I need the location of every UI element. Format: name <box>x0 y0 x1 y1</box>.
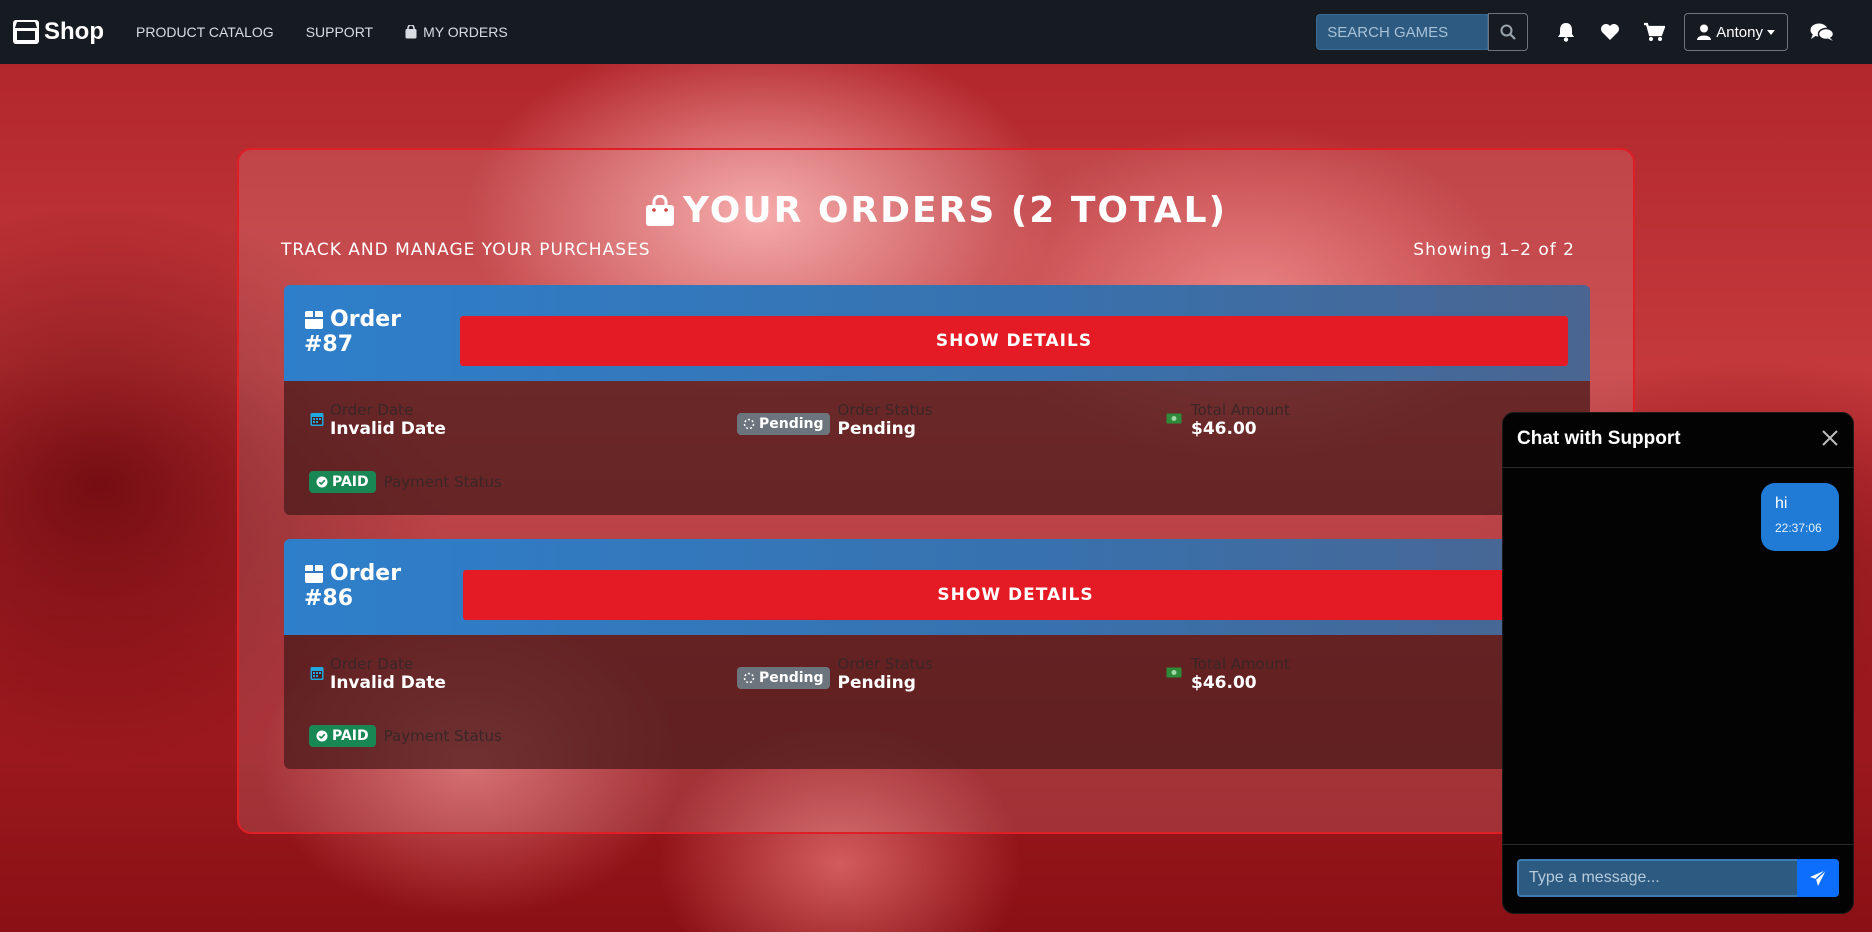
nav-support[interactable]: SUPPORT <box>306 24 373 40</box>
chat-footer <box>1503 844 1853 913</box>
comments-icon <box>1810 23 1834 41</box>
store-icon <box>13 20 39 44</box>
order-date-label: Order Date <box>330 401 414 419</box>
wishlist-button[interactable] <box>1588 12 1632 52</box>
nav-my-orders-label: MY ORDERS <box>423 24 508 40</box>
order-card-header: Order #87 SHOW DETAILS <box>284 285 1590 381</box>
order-status-value: Pending <box>837 419 916 439</box>
spinner-icon <box>743 418 755 430</box>
brand-logo[interactable]: Shop <box>12 18 104 46</box>
caret-down-icon <box>1767 29 1775 35</box>
order-date-value: Invalid Date <box>330 419 446 439</box>
order-date-field: Order Date Invalid Date <box>310 655 446 693</box>
total-amount-value: $46.00 <box>1191 419 1257 439</box>
status-badge: Pending <box>737 413 830 435</box>
chat-header: Chat with Support <box>1503 413 1853 468</box>
total-amount-label: Total Amount <box>1191 655 1290 673</box>
cart-icon <box>1644 22 1666 41</box>
order-date-value: Invalid Date <box>330 673 446 693</box>
show-details-button[interactable]: SHOW DETAILS <box>460 316 1568 366</box>
payment-badge-label: PAID <box>332 474 369 490</box>
show-details-button[interactable]: SHOW DETAILS <box>463 570 1568 620</box>
order-word: Order <box>330 561 402 586</box>
shopping-bag-icon <box>405 25 417 39</box>
chat-close-button[interactable] <box>1821 429 1839 452</box>
status-badge: Pending <box>737 667 830 689</box>
search-input[interactable] <box>1316 14 1489 50</box>
brand-name: Shop <box>44 18 104 45</box>
chat-message-time: 22:37:06 <box>1775 521 1822 535</box>
pagination-summary: Showing 1–2 of 2 <box>1413 240 1575 260</box>
chat-message-bubble: hi 22:37:06 <box>1761 483 1839 551</box>
order-date-field: Order Date Invalid Date <box>310 401 446 439</box>
order-number-value: #86 <box>304 586 354 611</box>
order-status-label: Order Status <box>837 401 933 419</box>
order-number: Order #87 <box>304 307 401 357</box>
search-button[interactable] <box>1488 13 1529 51</box>
chat-message-text: hi <box>1775 495 1788 512</box>
heart-icon <box>1601 24 1620 40</box>
check-circle-icon <box>316 730 328 742</box>
chat-send-button[interactable] <box>1797 859 1839 897</box>
user-menu-button[interactable]: Antony <box>1684 13 1788 51</box>
top-navbar: Shop PRODUCT CATALOG SUPPORT MY ORDERS S… <box>0 0 1872 64</box>
box-icon <box>305 310 323 329</box>
order-status-label: Order Status <box>837 655 933 673</box>
order-number: Order #86 <box>304 561 401 611</box>
order-status-field: Pending Order Status Pending <box>737 401 933 439</box>
order-card: Order #86 SHOW DETAILS Order Date Invali… <box>284 539 1590 769</box>
payment-badge-label: PAID <box>332 728 369 744</box>
paper-plane-icon <box>1810 869 1827 886</box>
total-amount-field: Total Amount $46.00 <box>1166 655 1290 693</box>
search-form <box>1316 13 1529 51</box>
check-circle-icon <box>316 476 328 488</box>
order-card-body: Order Date Invalid Date Pending Order St… <box>284 635 1590 769</box>
shopping-bag-icon <box>645 194 674 226</box>
user-name: Antony <box>1716 23 1763 41</box>
cart-button[interactable] <box>1632 12 1676 52</box>
nav-support-label: SUPPORT <box>305 24 374 40</box>
calendar-icon <box>310 413 324 426</box>
payment-status-field: PAID Payment Status <box>309 471 502 493</box>
total-amount-field: Total Amount $46.00 <box>1166 401 1290 439</box>
page-title: YOUR ORDERS (2 TOTAL) <box>682 190 1228 231</box>
nav-product-catalog-label: PRODUCT CATALOG <box>136 24 274 40</box>
money-icon <box>1166 413 1182 424</box>
order-status-field: Pending Order Status Pending <box>737 655 933 693</box>
order-date-label: Order Date <box>330 655 414 673</box>
close-icon <box>1822 430 1838 446</box>
order-card: Order #87 SHOW DETAILS Order Date Invali… <box>284 285 1590 515</box>
status-badge-label: Pending <box>759 416 824 432</box>
payment-status-label: Payment Status <box>383 473 502 491</box>
spinner-icon <box>743 672 755 684</box>
chat-title: Chat with Support <box>1517 428 1681 449</box>
bell-icon <box>1558 23 1575 42</box>
payment-status-label: Payment Status <box>383 727 502 745</box>
nav-my-orders[interactable]: MY ORDERS <box>405 24 508 40</box>
payment-badge: PAID <box>309 725 376 747</box>
total-amount-value: $46.00 <box>1191 673 1257 693</box>
order-status-value: Pending <box>837 673 916 693</box>
payment-status-field: PAID Payment Status <box>309 725 502 747</box>
money-icon <box>1166 667 1182 678</box>
box-icon <box>305 564 323 583</box>
calendar-icon <box>310 667 324 680</box>
support-chat-window: Chat with Support hi 22:37:06 <box>1502 412 1854 914</box>
order-number-value: #87 <box>304 332 354 357</box>
order-card-body: Order Date Invalid Date Pending Order St… <box>284 381 1590 515</box>
chat-message-input[interactable] <box>1517 859 1799 897</box>
orders-heading: YOUR ORDERS (2 TOTAL) <box>239 190 1633 231</box>
order-card-header: Order #86 SHOW DETAILS <box>284 539 1590 635</box>
order-word: Order <box>330 307 402 332</box>
status-badge-label: Pending <box>759 670 824 686</box>
notifications-button[interactable] <box>1544 12 1588 52</box>
nav-product-catalog[interactable]: PRODUCT CATALOG <box>136 24 274 40</box>
search-icon <box>1500 24 1517 40</box>
page-subtitle: TRACK AND MANAGE YOUR PURCHASES <box>281 240 651 260</box>
user-icon <box>1697 24 1712 40</box>
orders-panel: YOUR ORDERS (2 TOTAL) TRACK AND MANAGE Y… <box>237 148 1635 834</box>
payment-badge: PAID <box>309 471 376 493</box>
total-amount-label: Total Amount <box>1191 401 1290 419</box>
chat-toggle-button[interactable] <box>1800 12 1844 52</box>
